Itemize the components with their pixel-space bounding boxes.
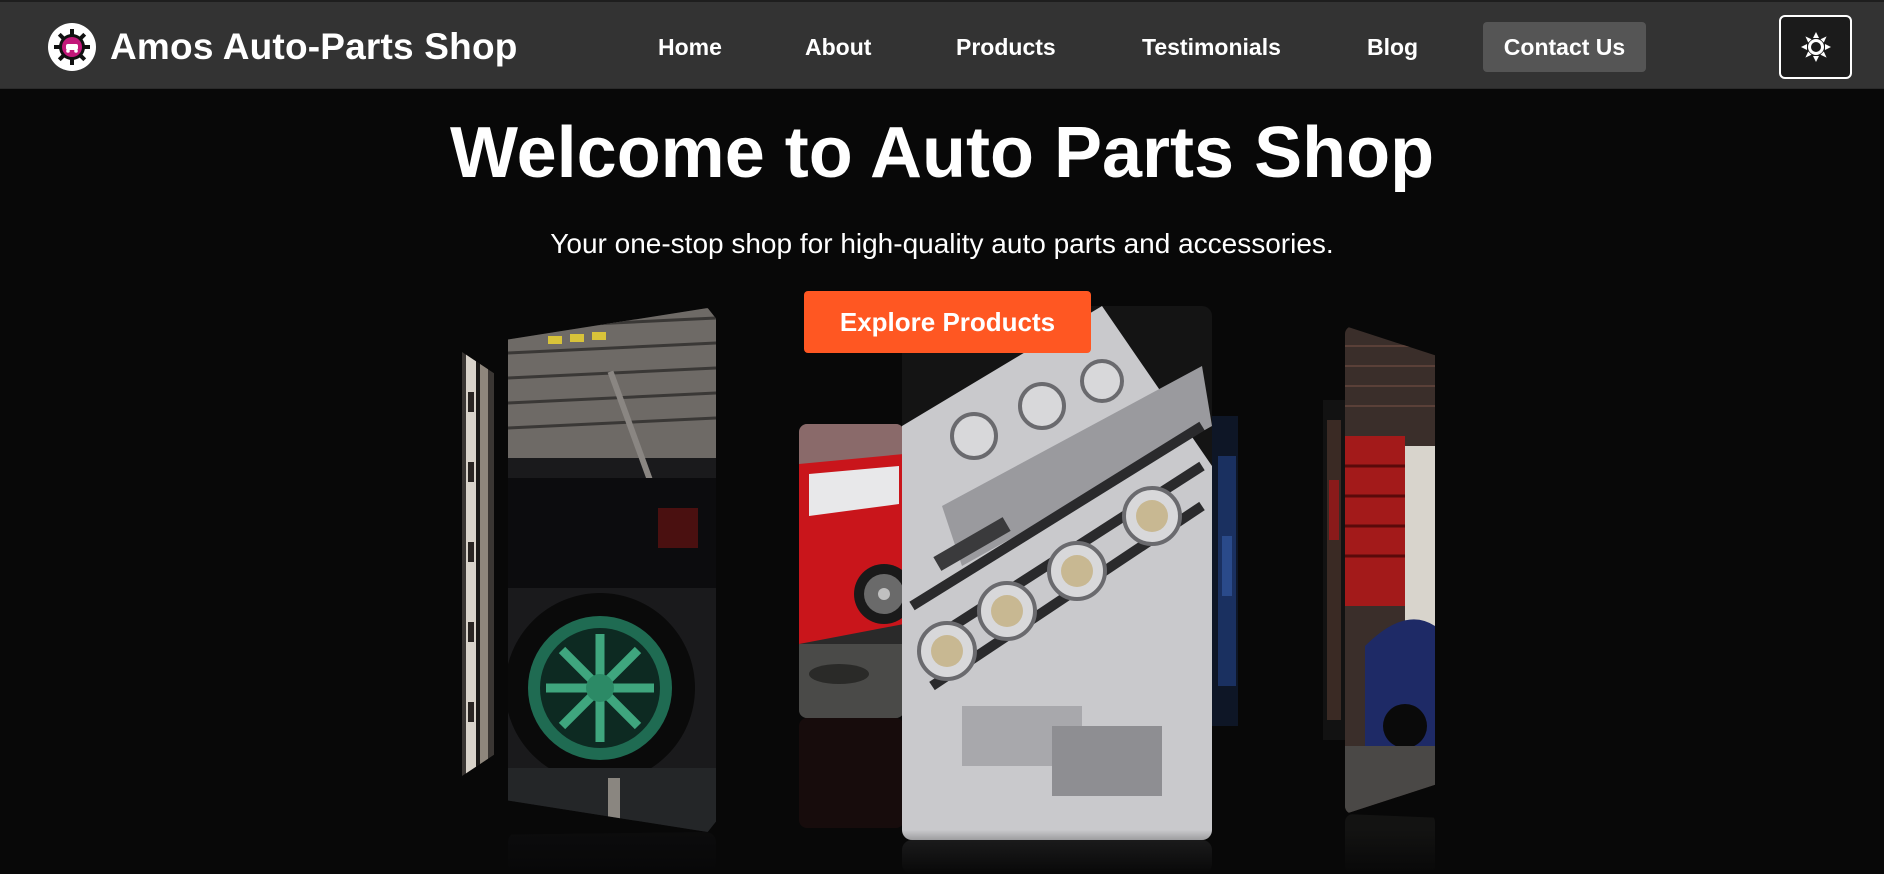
carousel-image-garage-interior[interactable] [1345, 326, 1435, 814]
carousel-image-tool-cabinet[interactable] [1323, 400, 1347, 740]
carousel-image-blue-car[interactable] [1212, 416, 1238, 726]
explore-products-button[interactable]: Explore Products [804, 291, 1091, 353]
carousel-image-engine-manifold[interactable] [902, 306, 1212, 840]
hero-title: Welcome to Auto Parts Shop [449, 113, 1435, 193]
page: Amos Auto-Parts Shop Home About Products… [0, 0, 1884, 874]
hero-subtitle: Your one-stop shop for high-quality auto… [550, 228, 1334, 259]
carousel-image-red-car[interactable] [799, 424, 904, 718]
carousel-image-wheel[interactable] [462, 352, 494, 776]
carousel-reflection [799, 718, 904, 828]
carousel-image-garage-lift[interactable] [508, 308, 716, 832]
carousel-fade [0, 830, 1884, 874]
